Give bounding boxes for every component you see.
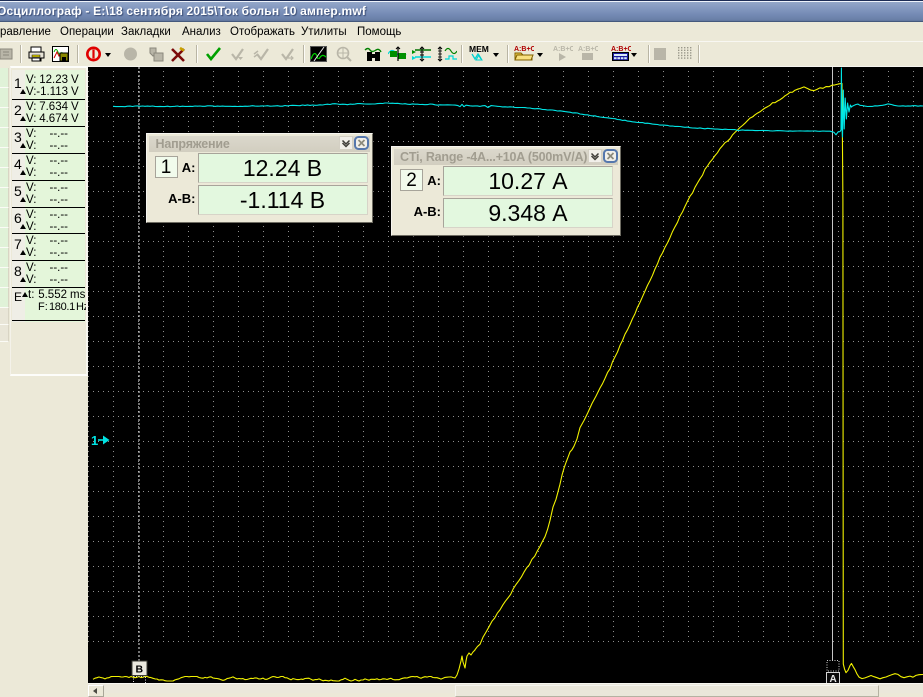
svg-text:B: B [136, 664, 144, 676]
svg-text:A: A [830, 674, 837, 683]
svg-text:A:B+C: A:B+C [553, 46, 573, 53]
svg-text:A:B+C: A:B+C [514, 46, 534, 53]
svg-text:1: 1 [91, 433, 98, 448]
svg-text:MEM: MEM [469, 45, 489, 54]
svg-text:A:B+C: A:B+C [611, 46, 631, 53]
svg-text:A:B+C: A:B+C [578, 46, 598, 53]
